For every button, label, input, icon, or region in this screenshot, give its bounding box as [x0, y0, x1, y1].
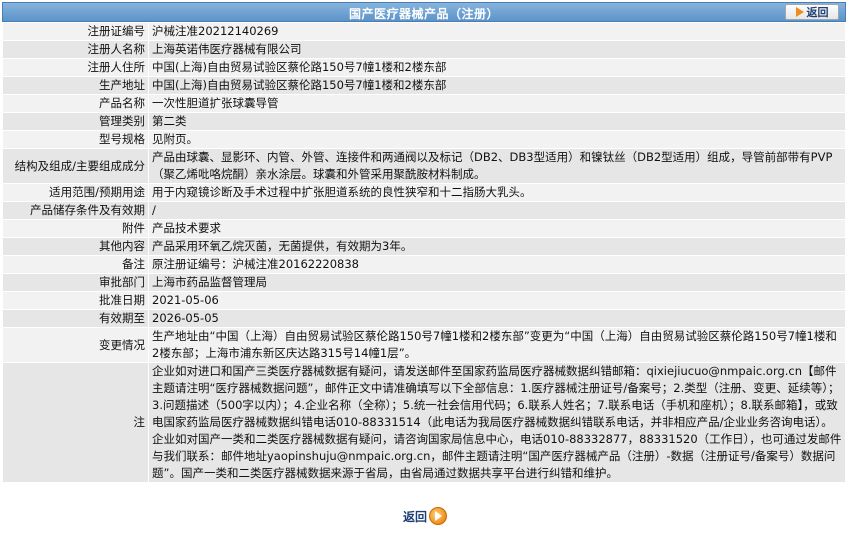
field-value: 中国(上海)自由贸易试验区蔡伦路150号7幢1楼和2楼东部	[148, 58, 846, 77]
table-row: 适用范围/预期用途 用于内窥镜诊断及手术过程中扩张胆道系统的良性狭窄和十二指肠大乳…	[2, 183, 846, 202]
field-value: 沪械注准20212140269	[148, 22, 846, 41]
field-value: 一次性胆道扩张球囊导管	[148, 94, 846, 113]
table-row: 其他内容 产品采用环氧乙烷灭菌，无菌提供，有效期为3年。	[2, 237, 846, 256]
arrow-right-icon	[795, 7, 804, 17]
back-button-bottom[interactable]: 返回	[403, 507, 447, 525]
header-bar: 国产医疗器械产品（注册） 返回	[2, 2, 846, 22]
field-value: 企业如对进口和国产三类医疗器械数据有疑问，请发送邮件至国家药监局医疗器械数据纠错…	[148, 362, 846, 483]
table-row: 产品名称 一次性胆道扩张球囊导管	[2, 94, 846, 113]
back-button-top[interactable]: 返回	[785, 4, 839, 20]
table-row: 注册人住所 中国(上海)自由贸易试验区蔡伦路150号7幢1楼和2楼东部	[2, 58, 846, 77]
field-value: /	[148, 201, 846, 220]
table-row: 变更情况 生产地址由“中国（上海）自由贸易试验区蔡伦路150号7幢1楼和2楼东部”…	[2, 327, 846, 363]
table-row: 有效期至 2026-05-05	[2, 309, 846, 328]
field-label: 批准日期	[2, 291, 149, 310]
table-row: 批准日期 2021-05-06	[2, 291, 846, 310]
table-row: 生产地址 中国(上海)自由贸易试验区蔡伦路150号7幢1楼和2楼东部	[2, 76, 846, 95]
table-row: 备注 原注册证编号：沪械注准20162220838	[2, 255, 846, 274]
back-button-top-label: 返回	[806, 6, 829, 19]
table-row: 附件 产品技术要求	[2, 219, 846, 238]
field-value: 2021-05-06	[148, 291, 846, 310]
field-value: 2026-05-05	[148, 309, 846, 328]
field-value: 见附页。	[148, 130, 846, 149]
table-row: 注册证编号 沪械注准20212140269	[2, 22, 846, 41]
field-value: 产品技术要求	[148, 219, 846, 238]
field-label: 产品储存条件及有效期	[2, 201, 149, 220]
table-row: 结构及组成/主要组成成分 产品由球囊、显影环、内管、外管、连接件和两通阀以及标记（…	[2, 148, 846, 184]
field-label: 备注	[2, 255, 149, 274]
field-label: 其他内容	[2, 237, 149, 256]
field-label: 注册人名称	[2, 40, 149, 59]
field-value: 产品由球囊、显影环、内管、外管、连接件和两通阀以及标记（DB2、DB3型适用）和…	[148, 148, 846, 184]
field-value: 用于内窥镜诊断及手术过程中扩张胆道系统的良性狭窄和十二指肠大乳头。	[148, 183, 846, 202]
field-value: 中国(上海)自由贸易试验区蔡伦路150号7幢1楼和2楼东部	[148, 76, 846, 95]
table-row: 注企业如对进口和国产三类医疗器械数据有疑问，请发送邮件至国家药监局医疗器械数据纠…	[2, 362, 846, 483]
field-label: 注	[2, 362, 149, 483]
field-label: 产品名称	[2, 94, 149, 113]
field-label: 附件	[2, 219, 149, 238]
table-row: 管理类别 第二类	[2, 112, 846, 131]
field-label: 生产地址	[2, 76, 149, 95]
table-row: 审批部门 上海市药品监督管理局	[2, 273, 846, 292]
footer: 返回	[0, 507, 850, 525]
field-label: 变更情况	[2, 327, 149, 363]
field-label: 结构及组成/主要组成成分	[2, 148, 149, 184]
field-value: 上海英诺伟医疗器械有限公司	[148, 40, 846, 59]
back-button-bottom-label: 返回	[402, 509, 427, 524]
table-row: 注册人名称 上海英诺伟医疗器械有限公司	[2, 40, 846, 59]
table-row: 型号规格 见附页。	[2, 130, 846, 149]
table-row: 产品储存条件及有效期 /	[2, 201, 846, 220]
page: 国产医疗器械产品（注册） 返回 注册证编号 沪械注准20212140269 注册人名…	[0, 0, 850, 538]
field-value: 生产地址由“中国（上海）自由贸易试验区蔡伦路150号7幢1楼和2楼东部”变更为“…	[148, 327, 846, 363]
field-label: 注册人住所	[2, 58, 149, 77]
field-label: 型号规格	[2, 130, 149, 149]
field-label: 适用范围/预期用途	[2, 183, 149, 202]
circle-arrow-icon	[429, 507, 447, 525]
field-value: 原注册证编号：沪械注准20162220838	[148, 255, 846, 274]
field-value: 产品采用环氧乙烷灭菌，无菌提供，有效期为3年。	[148, 237, 846, 256]
field-label: 管理类别	[2, 112, 149, 131]
detail-table: 注册证编号 沪械注准20212140269 注册人名称 上海英诺伟医疗器械有限公司 注册…	[2, 22, 846, 483]
page-title: 国产医疗器械产品（注册）	[348, 7, 499, 21]
field-label: 有效期至	[2, 309, 149, 328]
field-value: 第二类	[148, 112, 846, 131]
field-value: 上海市药品监督管理局	[148, 273, 846, 292]
field-label: 审批部门	[2, 273, 149, 292]
field-label: 注册证编号	[2, 22, 149, 41]
